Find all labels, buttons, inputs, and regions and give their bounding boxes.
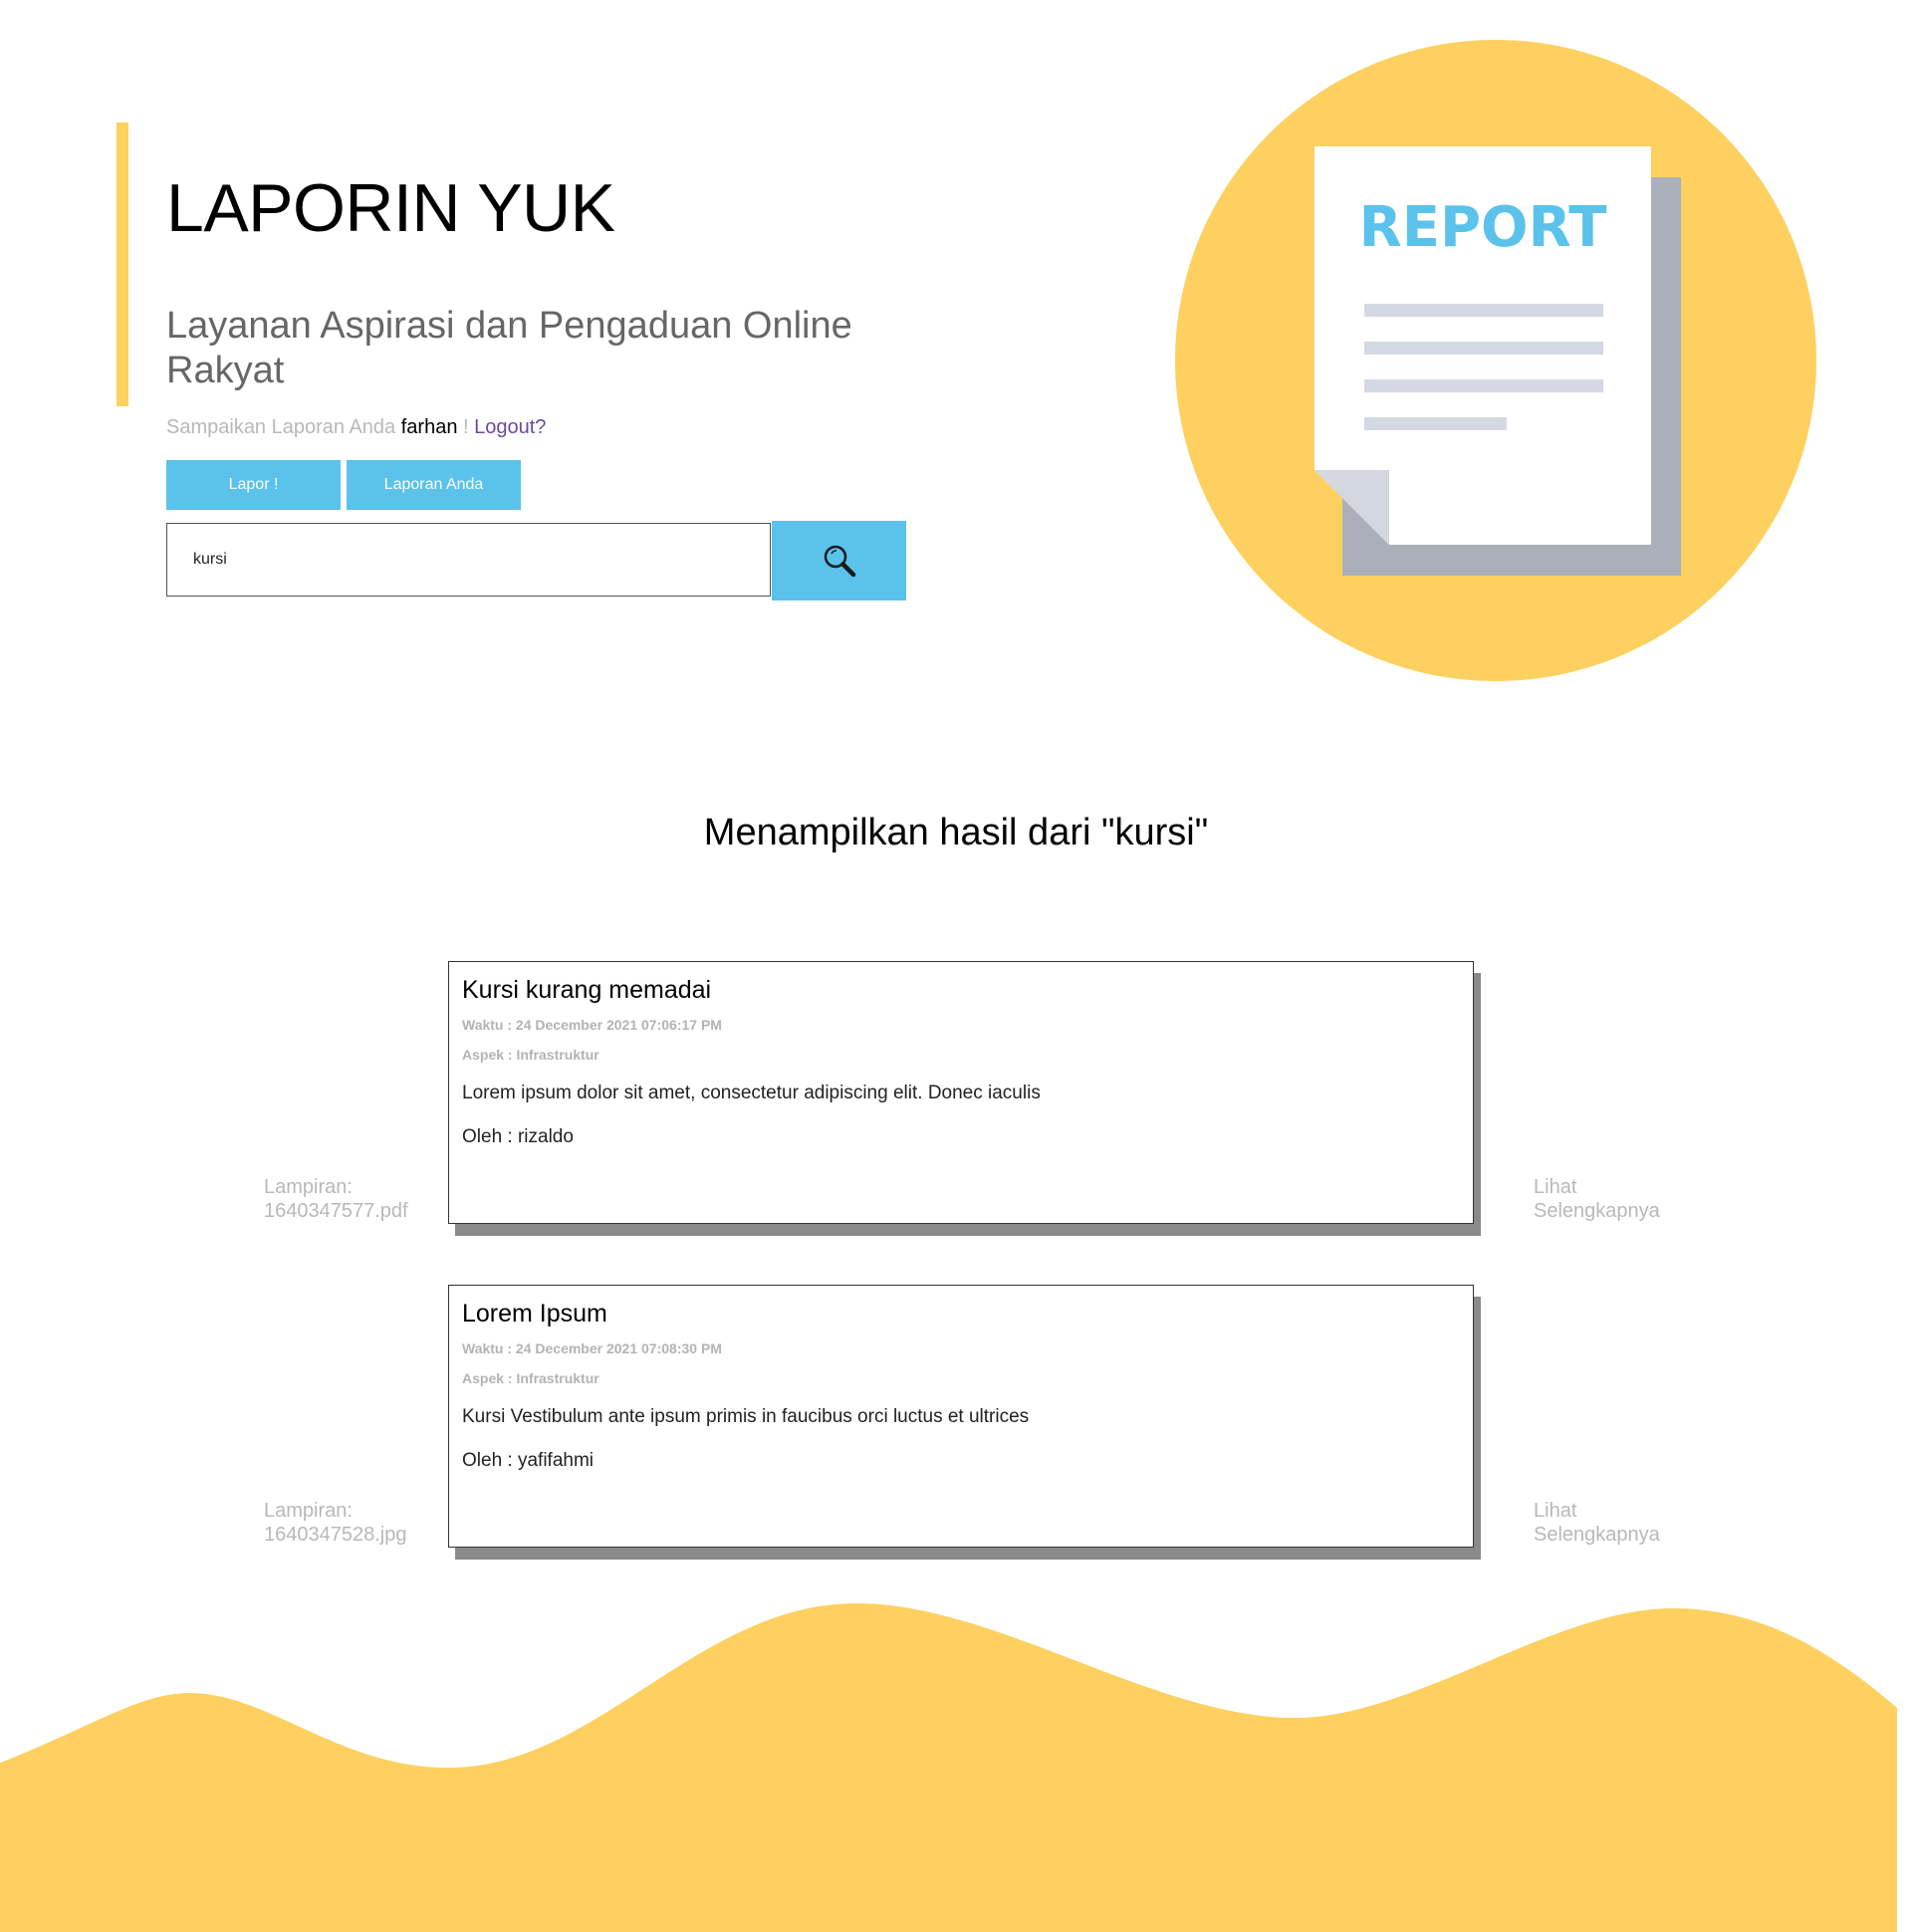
see-more-line2: Selengkapnya [1534, 1524, 1660, 1546]
report-aspect: Aspek : Infrastruktur [462, 1047, 599, 1063]
report-card: Lorem Ipsum Waktu : 24 December 2021 07:… [448, 1285, 1474, 1548]
greeting-separator: ! [457, 416, 475, 438]
result-item: Lampiran: 1640347577.pdf Kursi kurang me… [0, 961, 1912, 1240]
logout-link[interactable]: Logout? [474, 416, 546, 438]
document-line [1364, 417, 1507, 430]
report-aspect: Aspek : Infrastruktur [462, 1370, 599, 1386]
see-more-link[interactable]: Lihat Selengkapnya [1534, 1175, 1683, 1223]
accent-bar [117, 122, 128, 406]
username: farhan [400, 416, 458, 438]
footer-wave [0, 1603, 1897, 1932]
result-item: Lampiran: 1640347528.jpg Lorem Ipsum Wak… [0, 1285, 1912, 1564]
attachment-info: Lampiran: 1640347577.pdf [264, 1175, 433, 1223]
lapor-button[interactable]: Lapor ! [166, 460, 341, 510]
search-input[interactable] [166, 523, 771, 597]
report-body: Kursi Vestibulum ante ipsum primis in fa… [462, 1406, 1030, 1427]
report-time: Waktu : 24 December 2021 07:08:30 PM [462, 1340, 722, 1356]
search-icon [824, 545, 855, 578]
attachment-file: 1640347528.jpg [264, 1524, 407, 1546]
see-more-link[interactable]: Lihat Selengkapnya [1534, 1499, 1683, 1547]
attachment-label: Lampiran: [264, 1500, 353, 1522]
site-title: LAPORIN YUK [166, 170, 615, 246]
report-label: REPORT [1359, 195, 1607, 260]
report-title: Lorem Ipsum [462, 1300, 607, 1328]
report-illustration: REPORT [1175, 40, 1816, 681]
attachment-file: 1640347577.pdf [264, 1200, 408, 1222]
attachment-label: Lampiran: [264, 1176, 353, 1198]
document-line [1364, 379, 1603, 392]
report-card: Kursi kurang memadai Waktu : 24 December… [448, 961, 1474, 1224]
document-line [1364, 304, 1603, 317]
page: LAPORIN YUK Layanan Aspirasi dan Pengadu… [0, 0, 1912, 1932]
see-more-line1: Lihat [1534, 1176, 1577, 1198]
report-body: Lorem ipsum dolor sit amet, consectetur … [462, 1083, 1041, 1103]
greeting: Sampaikan Laporan Anda farhan ! Logout? [166, 416, 546, 439]
site-subtitle: Layanan Aspirasi dan Pengaduan Online Ra… [166, 305, 852, 391]
report-author: Oleh : rizaldo [462, 1126, 574, 1147]
document-line [1364, 342, 1603, 355]
report-author: Oleh : yafifahmi [462, 1450, 594, 1471]
report-time: Waktu : 24 December 2021 07:06:17 PM [462, 1017, 722, 1033]
search-button[interactable] [772, 521, 906, 601]
attachment-info: Lampiran: 1640347528.jpg [264, 1499, 433, 1547]
greeting-prefix: Sampaikan Laporan Anda [166, 416, 401, 438]
results-heading: Menampilkan hasil dari "kursi" [703, 812, 1209, 853]
report-title: Kursi kurang memadai [462, 976, 712, 1004]
see-more-line1: Lihat [1534, 1500, 1577, 1522]
laporan-anda-button[interactable]: Laporan Anda [347, 460, 521, 510]
see-more-line2: Selengkapnya [1534, 1200, 1660, 1222]
